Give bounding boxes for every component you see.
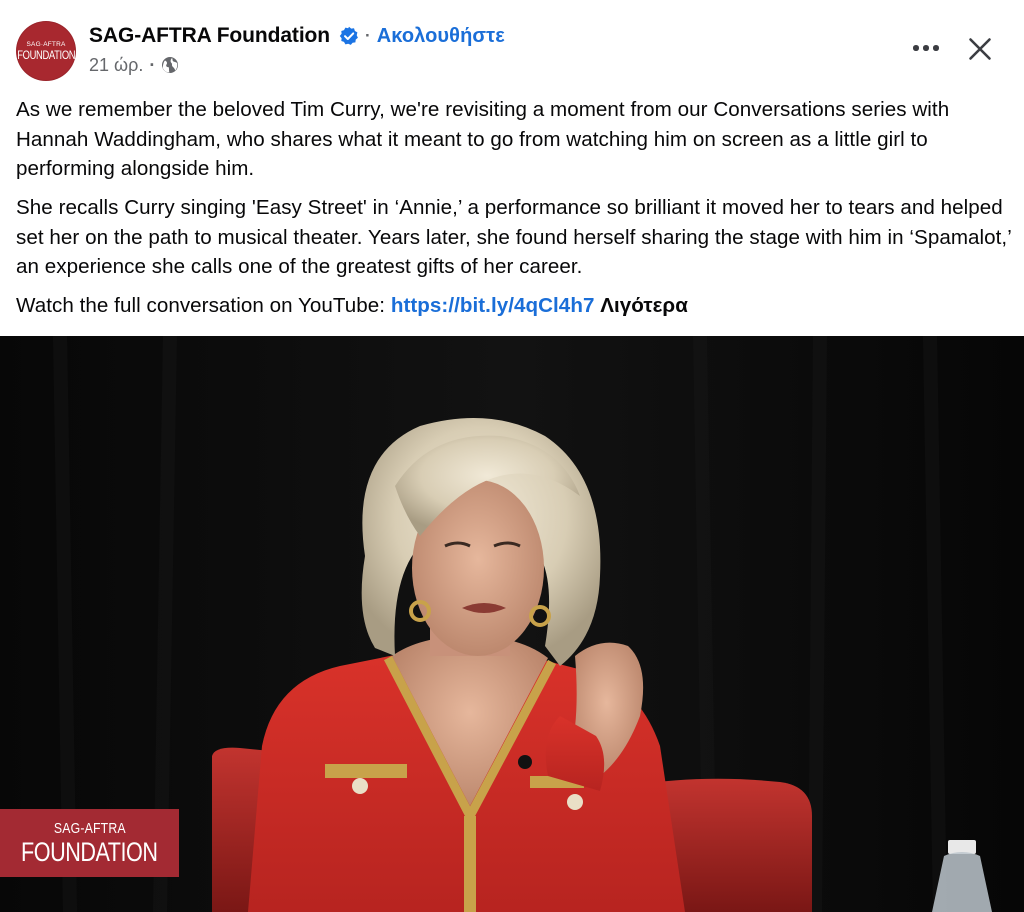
- post-meta: 21 ώρ. ·: [89, 54, 179, 76]
- see-less-button[interactable]: Λιγότερα: [600, 294, 688, 317]
- avatar-text-bottom: FOUNDATION: [16, 47, 76, 62]
- close-icon[interactable]: [960, 29, 1000, 69]
- watermark-text-bottom: FOUNDATION: [21, 836, 158, 867]
- header-separator: ·: [365, 26, 371, 45]
- post-caption: As we remember the beloved Tim Curry, we…: [16, 95, 1012, 330]
- verified-badge-icon: [339, 26, 359, 46]
- caption-paragraph-with-link: Watch the full conversation on YouTube: …: [16, 291, 1012, 321]
- meta-separator: ·: [149, 54, 156, 75]
- post-timestamp[interactable]: 21 ώρ.: [89, 55, 143, 76]
- page-avatar[interactable]: SAG·AFTRA FOUNDATION: [16, 21, 76, 81]
- header-line: SAG-AFTRA Foundation · Ακολουθήστε: [89, 23, 505, 49]
- youtube-link[interactable]: https://bit.ly/4qCl4h7: [391, 294, 595, 317]
- follow-button[interactable]: Ακολουθήστε: [377, 25, 505, 48]
- more-options-icon[interactable]: [906, 34, 946, 62]
- globe-icon: [161, 56, 179, 74]
- caption-paragraph: As we remember the beloved Tim Curry, we…: [16, 98, 950, 180]
- foundation-watermark: SAG-AFTRA FOUNDATION: [0, 809, 179, 877]
- watermark-text-top: SAG-AFTRA: [53, 819, 126, 837]
- page-name-link[interactable]: SAG-AFTRA Foundation: [89, 24, 330, 48]
- video-player[interactable]: SAG-AFTRA FOUNDATION: [0, 336, 1024, 912]
- caption-paragraph: She recalls Curry singing 'Easy Street' …: [16, 196, 1012, 278]
- post-header: SAG·AFTRA FOUNDATION SAG-AFTRA Foundatio…: [0, 0, 1024, 92]
- caption-link-prefix: Watch the full conversation on YouTube:: [16, 294, 391, 317]
